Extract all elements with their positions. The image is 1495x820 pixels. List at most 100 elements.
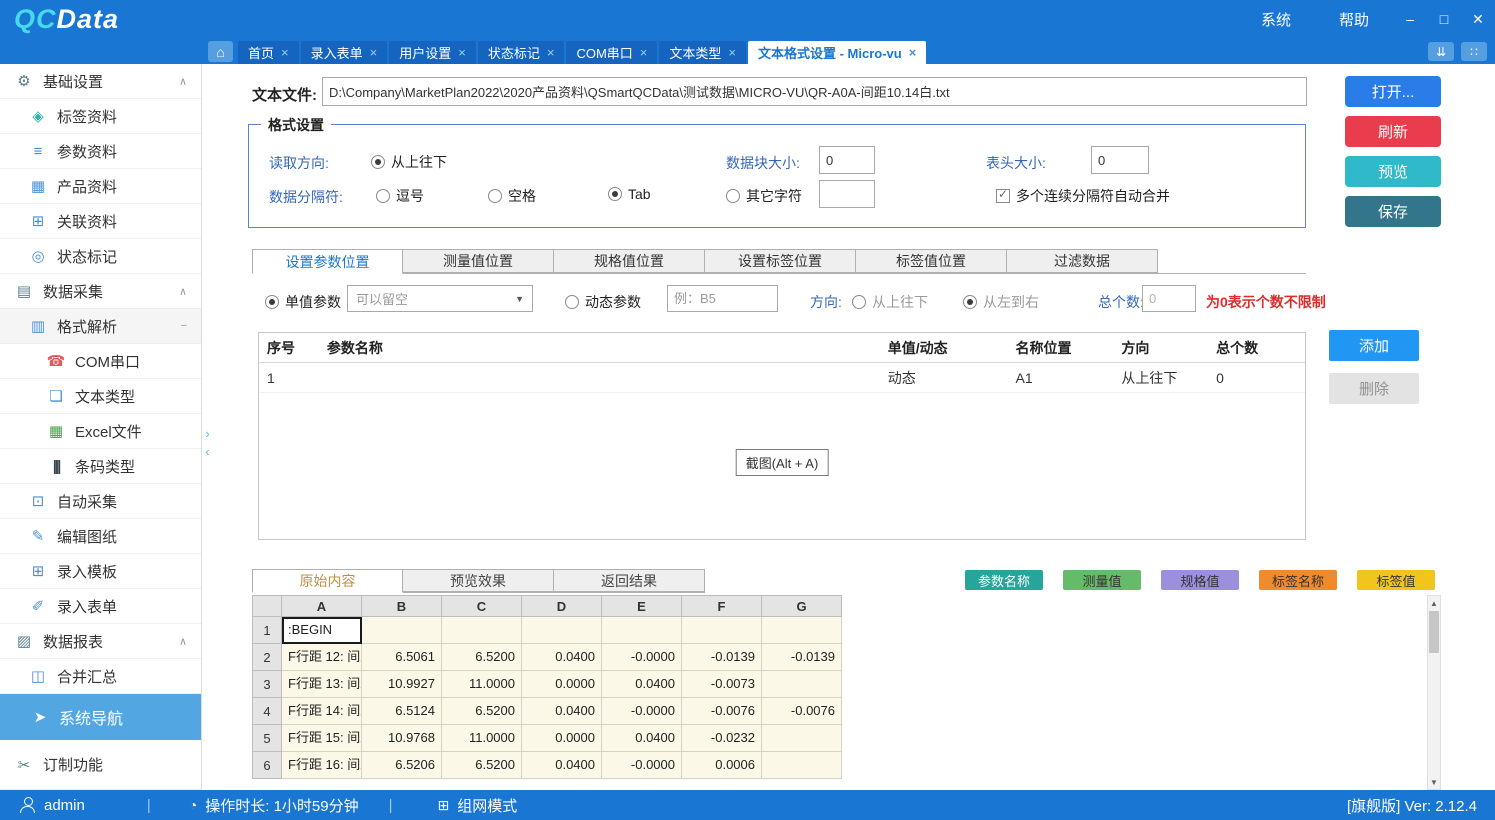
sheet-cell[interactable]: F行距 16: 间距 [282, 752, 362, 779]
minimize-icon[interactable]: – [1393, 0, 1427, 38]
sheet-cell[interactable]: -0.0232 [682, 725, 762, 752]
radio-icon[interactable] [265, 295, 279, 309]
scroll-up-icon[interactable]: ▲ [1428, 596, 1440, 610]
radio-icon[interactable] [565, 295, 579, 309]
sidebar-item-system-navigation[interactable]: ➤ 系统导航 [0, 694, 201, 740]
cell-name-position[interactable]: A1 [1008, 363, 1114, 392]
sheet-cell[interactable]: 6.5200 [442, 752, 522, 779]
sheet-cell[interactable] [762, 671, 842, 698]
sheet-cell[interactable] [602, 617, 682, 644]
tab-text-type[interactable]: 文本类型× [659, 41, 746, 64]
refresh-button[interactable]: 刷新 [1345, 116, 1441, 147]
sheet-cell[interactable]: -0.0000 [602, 698, 682, 725]
sheet-cell[interactable]: 0.0400 [522, 698, 602, 725]
sheet-cell[interactable] [362, 617, 442, 644]
sidebar-item-relation-data[interactable]: ⊞ 关联资料 [0, 204, 201, 239]
radio-icon[interactable] [726, 189, 740, 203]
apps-grid-icon[interactable]: ∷ [1461, 42, 1487, 61]
scroll-down-icon[interactable]: ▼ [1428, 775, 1440, 789]
vertical-scrollbar[interactable]: ▲ ▼ [1427, 595, 1441, 790]
tab-user-settings[interactable]: 用户设置× [389, 41, 476, 64]
sheet-cell[interactable]: 10.9768 [362, 725, 442, 752]
sidebar-item-barcode-type[interactable]: ||| 条码类型 [0, 449, 201, 484]
legend-label-name[interactable]: 标签名称 [1259, 570, 1337, 590]
sheet-row-header[interactable]: 3 [252, 671, 282, 698]
sheet-cell[interactable] [762, 725, 842, 752]
sheet-col-header[interactable]: G [762, 595, 842, 617]
preview-button[interactable]: 预览 [1345, 156, 1441, 187]
sidebar-item-format-parsing[interactable]: ▥ 格式解析 − [0, 309, 201, 344]
single-param-select[interactable]: 可以留空 ▼ [347, 285, 533, 312]
sheet-cell[interactable]: -0.0076 [762, 698, 842, 725]
dynamic-param-radio[interactable]: 动态参数 [565, 292, 641, 312]
tab-status-mark[interactable]: 状态标记× [478, 41, 565, 64]
sidebar-item-merge-summary[interactable]: ◫ 合并汇总 [0, 659, 201, 694]
sidebar-item-status-mark[interactable]: ◎ 状态标记 [0, 239, 201, 274]
menu-system[interactable]: 系统 [1237, 9, 1315, 30]
sheet-cell[interactable]: 6.5200 [442, 644, 522, 671]
add-button[interactable]: 添加 [1329, 330, 1419, 361]
other-separator-input[interactable] [819, 180, 875, 208]
sheet-cell[interactable]: 0.0000 [522, 671, 602, 698]
tab-home[interactable]: 首页× [238, 41, 299, 64]
sheet-row-header[interactable]: 6 [252, 752, 282, 779]
sheet-cell[interactable] [762, 617, 842, 644]
snapshot-button[interactable]: 截图(Alt + A) [736, 449, 829, 476]
sheet-col-header[interactable]: D [522, 595, 602, 617]
sidebar-item-com-port[interactable]: ☎ COM串口 [0, 344, 201, 379]
home-icon[interactable]: ⌂ [208, 41, 233, 62]
sheet-cell[interactable]: 0.0400 [522, 752, 602, 779]
legend-label-value[interactable]: 标签值 [1357, 570, 1435, 590]
legend-measured-value[interactable]: 测量值 [1063, 570, 1141, 590]
sheet-cell[interactable]: -0.0076 [682, 698, 762, 725]
sheet-row-header[interactable]: 4 [252, 698, 282, 725]
file-path-input[interactable] [322, 77, 1307, 106]
tab-measured-value-position[interactable]: 测量值位置 [403, 249, 554, 273]
cell-index[interactable]: 1 [259, 363, 319, 392]
tab-entry-form[interactable]: 录入表单× [301, 41, 388, 64]
delete-button[interactable]: 删除 [1329, 373, 1419, 404]
sheet-cell[interactable]: 11.0000 [442, 725, 522, 752]
sidebar-item-auto-collect[interactable]: ⊡ 自动采集 [0, 484, 201, 519]
tab-close-icon[interactable]: × [547, 45, 555, 60]
separator-tab-radio[interactable]: Tab [608, 186, 651, 202]
tab-close-icon[interactable]: × [909, 45, 917, 60]
tab-close-icon[interactable]: × [281, 45, 289, 60]
sidebar-item-text-type[interactable]: ❏ 文本类型 [0, 379, 201, 414]
cell-direction[interactable]: 从上往下 [1113, 363, 1208, 392]
radio-icon[interactable] [852, 295, 866, 309]
sidebar-item-parameter-data[interactable]: ≡ 参数资料 [0, 134, 201, 169]
sheet-cell[interactable]: F行距 13: 间距 [282, 671, 362, 698]
tab-com-port[interactable]: COM串口× [566, 41, 657, 64]
maximize-icon[interactable]: □ [1427, 0, 1461, 38]
sheet-cell[interactable] [682, 617, 762, 644]
sheet-cell[interactable]: 6.5061 [362, 644, 442, 671]
tab-close-icon[interactable]: × [728, 45, 736, 60]
save-button[interactable]: 保存 [1345, 196, 1441, 227]
sheet-col-header[interactable]: A [282, 595, 362, 617]
sheet-cell-selected[interactable]: :BEGIN [282, 617, 362, 644]
sheet-cell[interactable]: -0.0139 [762, 644, 842, 671]
sheet-cell[interactable] [522, 617, 602, 644]
sheet-col-header[interactable]: F [682, 595, 762, 617]
sheet-col-header[interactable]: C [442, 595, 522, 617]
sheet-corner[interactable] [252, 595, 282, 617]
radio-icon[interactable] [488, 189, 502, 203]
parameter-table-row[interactable]: 1 动态 A1 从上往下 0 [259, 363, 1305, 393]
sheet-cell[interactable]: 11.0000 [442, 671, 522, 698]
cell-single-dynamic[interactable]: 动态 [880, 363, 1008, 392]
sheet-cell[interactable]: 6.5206 [362, 752, 442, 779]
scrollbar-thumb[interactable] [1429, 611, 1439, 653]
collapse-tabs-icon[interactable]: ⇊ [1428, 42, 1454, 61]
sidebar-section-data-reports[interactable]: ▨ 数据报表 ∧ [0, 624, 201, 659]
tab-spec-value-position[interactable]: 规格值位置 [554, 249, 705, 273]
menu-help[interactable]: 帮助 [1315, 9, 1393, 30]
sheet-cell[interactable]: -0.0000 [602, 752, 682, 779]
tab-text-format-settings[interactable]: 文本格式设置 - Micro-vu× [748, 41, 926, 64]
tab-return-result[interactable]: 返回结果 [554, 569, 705, 592]
radio-icon[interactable] [963, 295, 977, 309]
sheet-cell[interactable] [762, 752, 842, 779]
sheet-cell[interactable]: 6.5124 [362, 698, 442, 725]
cell-param-name[interactable] [319, 363, 880, 392]
tab-set-parameter-position[interactable]: 设置参数位置 [252, 249, 403, 274]
